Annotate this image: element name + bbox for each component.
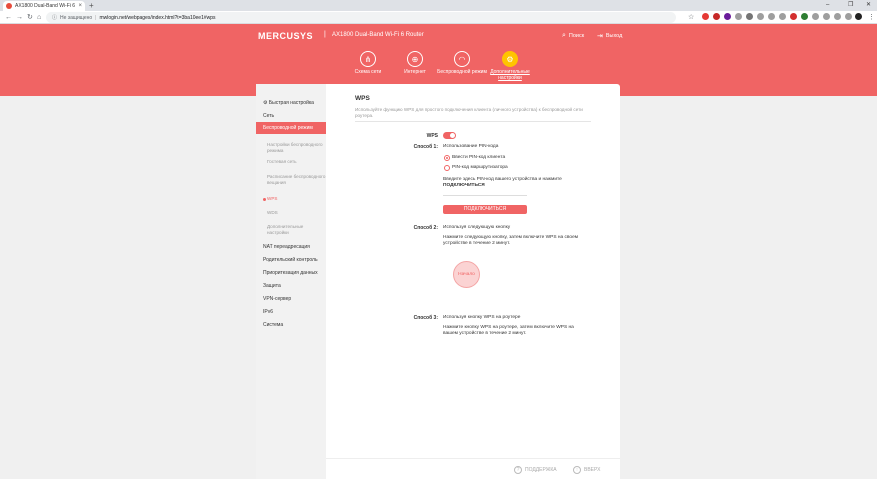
profile-avatar[interactable] [855, 13, 862, 20]
extension-icon[interactable] [735, 13, 742, 20]
extension-icon[interactable] [823, 13, 830, 20]
search-link[interactable]: ⌕ Поиск [562, 32, 584, 40]
url-field[interactable]: ⓘ Не защищено | mwlogin.net/webpages/ind… [46, 12, 676, 23]
sidebar-item-security[interactable]: Защита [256, 280, 326, 292]
browser-tab-bar: AX1800 Dual-Band Wi-Fi 6 Route × + – ❐ ✕ [0, 0, 877, 11]
new-tab-button[interactable]: + [89, 0, 94, 11]
search-icon: ⌕ [562, 32, 566, 39]
start-wps-button[interactable]: Начало [453, 261, 480, 288]
method1-text: Использование PIN-кода [443, 144, 499, 149]
logout-link[interactable]: ⇥ Выход [597, 32, 622, 40]
radio-router-pin[interactable] [444, 165, 450, 171]
extension-icon[interactable] [834, 13, 841, 20]
method3-label: Способ 3: [413, 315, 438, 321]
warning-icon: ⓘ [52, 15, 58, 21]
content-area: WPS Используйте функцию WPS для простого… [326, 84, 620, 479]
reload-icon[interactable]: ↻ [27, 12, 33, 23]
wps-toggle[interactable] [443, 132, 456, 139]
sidebar-sub-guest[interactable]: Гостевая сеть [256, 159, 326, 165]
logout-icon: ⇥ [597, 33, 603, 40]
window-close-icon[interactable]: ✕ [866, 0, 871, 10]
sidebar-item-network[interactable]: Сеть [256, 110, 326, 122]
page-title: WPS [355, 95, 370, 102]
support-icon: ? [514, 466, 522, 474]
connect-button[interactable]: ПОДКЛЮЧИТЬСЯ [443, 205, 527, 214]
extension-icon[interactable] [790, 13, 797, 20]
security-label: Не защищено [60, 14, 93, 21]
method2-label: Способ 2: [413, 225, 438, 231]
back-icon[interactable]: ← [5, 12, 12, 23]
forward-icon[interactable]: → [16, 12, 23, 23]
minimize-icon[interactable]: – [826, 0, 829, 10]
extension-icon[interactable] [845, 13, 852, 20]
extension-icon[interactable] [713, 13, 720, 20]
radio-client-pin[interactable] [444, 155, 450, 161]
extension-icon[interactable] [724, 13, 731, 20]
menu-icon[interactable]: ⋮ [868, 12, 875, 23]
extension-icon[interactable] [812, 13, 819, 20]
sidebar-sub-wps[interactable]: WPS [256, 196, 326, 202]
arrow-up-icon: ↑ [573, 466, 581, 474]
content-footer: ? ПОДДЕРЖКА ↑ ВВЕРХ [326, 458, 620, 479]
sidebar-sub-schedule[interactable]: Расписание беспроводного вещания [256, 174, 326, 186]
main-panel: ⚙ Быстрая настройка Сеть Беспроводной ре… [256, 84, 620, 479]
sidebar-sub-wds[interactable]: WDS [256, 210, 326, 216]
sidebar-sub-advanced[interactable]: Дополнительные настройки [256, 224, 326, 236]
method1-label: Способ 1: [413, 144, 438, 150]
sidebar-sub-wireless-settings[interactable]: Настройки беспроводного режима [256, 142, 326, 154]
sidebar-item-wireless[interactable]: Беспроводной режим [256, 122, 326, 134]
extension-icon[interactable] [801, 13, 808, 20]
pin-input[interactable] [443, 195, 527, 196]
radio-client-pin-label: Ввести PIN-код клиента [452, 155, 506, 160]
network-map-icon: ⋔ [360, 51, 376, 67]
wps-label: WPS [426, 133, 438, 139]
sidebar-item-qos[interactable]: Приоритезация данных [256, 267, 326, 279]
extension-icon[interactable] [779, 13, 786, 20]
extension-icon[interactable] [746, 13, 753, 20]
method2-text: Используя следующую кнопку [443, 225, 511, 230]
site-favicon-icon [6, 3, 12, 9]
sidebar-item-nat[interactable]: NAT переадресация [256, 241, 326, 253]
sidebar-item-ipv6[interactable]: IPv6 [256, 306, 326, 318]
sidebar-item-quick-setup[interactable]: ⚙ Быстрая настройка [256, 97, 326, 109]
extension-icon[interactable] [757, 13, 764, 20]
nav-advanced[interactable]: ⚙ Дополнительные настройки [480, 51, 540, 81]
method3-text: Используя кнопку WPS на роутере [443, 315, 521, 320]
sidebar: ⚙ Быстрая настройка Сеть Беспроводной ре… [256, 84, 326, 479]
model-name: AX1800 Dual-Band Wi-Fi 6 Router [332, 32, 424, 38]
quick-setup-icon: ⚙ [263, 100, 268, 106]
address-bar: ← → ↻ ⌂ ⓘ Не защищено | mwlogin.net/webp… [0, 11, 877, 24]
wifi-icon: ◠ [454, 51, 470, 67]
back-to-top-link[interactable]: ↑ ВВЕРХ [573, 466, 600, 474]
gear-icon: ⚙ [502, 51, 518, 67]
router-page: MERCUSYS | AX1800 Dual-Band Wi-Fi 6 Rout… [0, 24, 877, 479]
tab-close-icon[interactable]: × [78, 3, 82, 9]
pin-hint: Введите здесь PIN-код вашего устройства … [443, 177, 562, 188]
support-link[interactable]: ? ПОДДЕРЖКА [514, 466, 557, 474]
tab-title: AX1800 Dual-Band Wi-Fi 6 Route [15, 3, 76, 9]
globe-icon: ⊕ [407, 51, 423, 67]
sidebar-item-system[interactable]: Система [256, 319, 326, 331]
url-text: mwlogin.net/webpages/index.html?t=3ba10e… [99, 14, 216, 21]
brand-logo: MERCUSYS [258, 31, 314, 41]
page-description: Используйте функцию WPS для простого под… [355, 107, 583, 118]
browser-tab[interactable]: AX1800 Dual-Band Wi-Fi 6 Route × [3, 1, 85, 11]
sidebar-item-vpn[interactable]: VPN-сервер [256, 293, 326, 305]
restore-icon[interactable]: ❐ [848, 0, 853, 10]
method2-desc: Нажмите следующую кнопку, затем включите… [443, 235, 579, 246]
radio-router-pin-label: PIN-код маршрутизатора [452, 165, 508, 170]
method3-desc: Нажмите кнопку WPS на роутере, затем вкл… [443, 325, 574, 336]
home-icon[interactable]: ⌂ [37, 12, 41, 23]
sidebar-item-parental[interactable]: Родительский контроль [256, 254, 326, 266]
bookmark-star-icon[interactable]: ☆ [688, 12, 694, 23]
extension-icon[interactable] [768, 13, 775, 20]
extension-icon[interactable] [702, 13, 709, 20]
